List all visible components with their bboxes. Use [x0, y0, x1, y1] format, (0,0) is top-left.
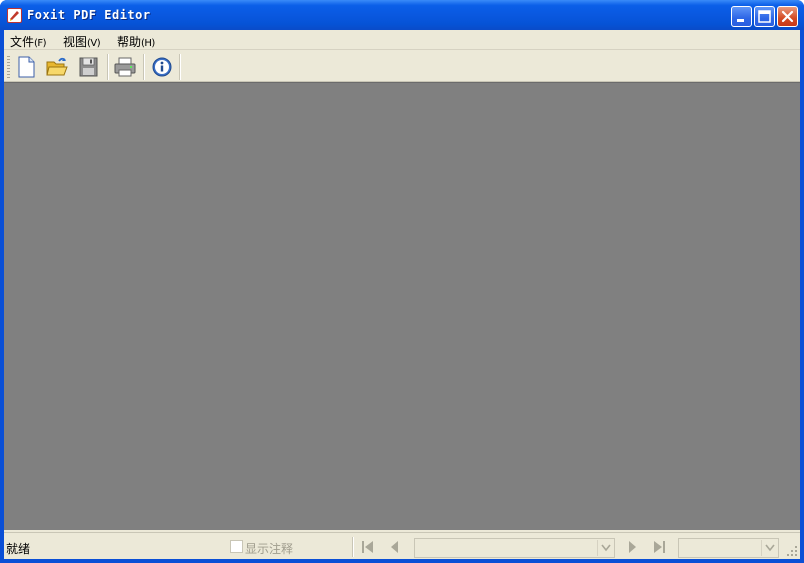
- client-area: 文件(F) 视图(V) 帮助(H) 就绪 显示注释: [4, 30, 800, 559]
- menu-file-mnemonic: (F): [34, 38, 47, 49]
- menu-help-label: 帮助: [117, 35, 142, 49]
- about-button[interactable]: [149, 54, 175, 80]
- save-button[interactable]: [76, 54, 102, 80]
- toolbar-separator: [107, 54, 109, 80]
- last-page-icon: [654, 541, 665, 553]
- info-icon: [152, 57, 172, 77]
- print-icon: [114, 57, 136, 77]
- previous-page-icon: [391, 541, 398, 553]
- close-icon: [781, 10, 794, 23]
- toolbar-separator: [143, 54, 145, 80]
- menu-view-label: 视图: [63, 35, 88, 49]
- open-folder-icon: [46, 57, 68, 76]
- application-window: Foxit PDF Editor 文件(F) 视图(V) 帮助(H) 就绪 显示…: [0, 0, 804, 563]
- save-disk-icon: [79, 57, 98, 77]
- menu-view[interactable]: 视图(V): [63, 33, 101, 50]
- foxit-app-icon[interactable]: [7, 8, 22, 23]
- toolbar: [4, 51, 800, 82]
- toolbar-separator: [179, 54, 181, 80]
- status-bar: 就绪 显示注释: [4, 532, 800, 559]
- menu-file-label: 文件: [10, 35, 35, 49]
- menu-bar: 文件(F) 视图(V) 帮助(H): [4, 30, 800, 50]
- minimize-icon: [737, 19, 744, 22]
- next-page-button[interactable]: [621, 537, 643, 557]
- chevron-down-icon: [765, 544, 775, 552]
- previous-page-button[interactable]: [384, 537, 406, 557]
- next-page-icon: [629, 541, 636, 553]
- page-number-combo[interactable]: [414, 538, 615, 558]
- status-text: 就绪: [6, 542, 31, 556]
- new-document-button[interactable]: [13, 54, 39, 80]
- menu-help-mnemonic: (H): [141, 38, 155, 49]
- maximize-button[interactable]: [754, 6, 775, 27]
- zoom-combo-dropdown[interactable]: [761, 540, 777, 556]
- first-page-button[interactable]: [357, 537, 379, 557]
- window-title: Foxit PDF Editor: [27, 8, 151, 22]
- minimize-button[interactable]: [731, 6, 752, 27]
- chevron-down-icon: [601, 544, 611, 552]
- new-document-icon: [18, 56, 35, 78]
- print-button[interactable]: [112, 54, 138, 80]
- show-annotations-checkbox[interactable]: [230, 540, 243, 553]
- show-annotations-label: 显示注释: [245, 542, 294, 556]
- resize-grip-icon[interactable]: [786, 545, 798, 557]
- last-page-button[interactable]: [648, 537, 670, 557]
- close-button[interactable]: [777, 6, 798, 27]
- title-bar[interactable]: Foxit PDF Editor: [0, 0, 804, 30]
- menu-view-mnemonic: (V): [87, 38, 101, 49]
- open-button[interactable]: [44, 54, 70, 80]
- toolbar-grip[interactable]: [7, 56, 10, 78]
- document-view-area[interactable]: [4, 82, 800, 530]
- menu-help[interactable]: 帮助(H): [117, 33, 155, 50]
- first-page-icon: [362, 541, 373, 553]
- zoom-combo[interactable]: [678, 538, 779, 558]
- status-separator: [352, 537, 354, 557]
- page-combo-dropdown[interactable]: [597, 540, 613, 556]
- maximize-icon: [758, 10, 771, 23]
- menu-file[interactable]: 文件(F): [10, 33, 47, 50]
